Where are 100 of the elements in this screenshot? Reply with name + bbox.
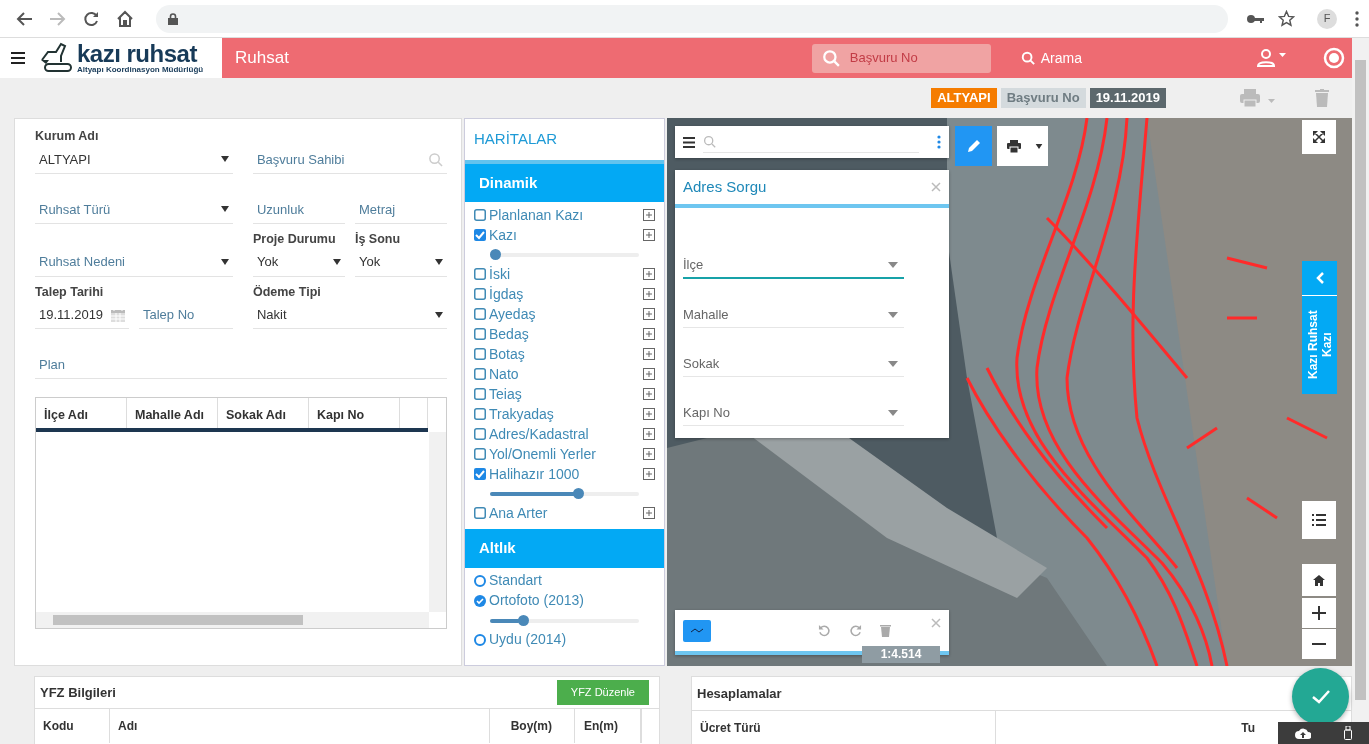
draw-line-button[interactable] xyxy=(683,619,711,642)
layer-label[interactable]: Teiaş xyxy=(489,383,522,405)
text-field[interactable]: Uzunluk xyxy=(252,195,345,224)
checkbox[interactable] xyxy=(474,328,486,340)
vertical-scrollbar[interactable] xyxy=(429,432,446,613)
scrollbar-thumb[interactable] xyxy=(1355,60,1366,700)
select-field[interactable]: ALTYAPI xyxy=(35,145,233,174)
search-link[interactable]: Arama xyxy=(1020,47,1082,69)
trash-icon[interactable] xyxy=(880,624,891,637)
select-field[interactable]: Nakit xyxy=(252,301,447,330)
profile-avatar[interactable]: F xyxy=(1317,8,1337,29)
expand-icon[interactable] xyxy=(643,468,655,480)
date-field[interactable]: 19.11.2019 xyxy=(35,301,129,330)
checkbox[interactable] xyxy=(474,388,486,400)
checkbox[interactable] xyxy=(474,308,486,320)
opacity-slider[interactable] xyxy=(490,249,639,260)
expand-icon[interactable] xyxy=(643,408,655,420)
forward-arrow-icon[interactable] xyxy=(48,9,66,28)
undo-icon[interactable] xyxy=(818,624,831,637)
checkbox[interactable] xyxy=(474,209,486,221)
layer-label[interactable]: Halihazır 1000 xyxy=(489,463,580,485)
more-icon[interactable] xyxy=(937,135,941,149)
close-icon[interactable] xyxy=(931,182,941,192)
home-button[interactable] xyxy=(1302,564,1336,596)
select-field[interactable]: Kapı No xyxy=(683,392,904,426)
checkbox[interactable] xyxy=(474,448,486,460)
text-field[interactable]: Metraj xyxy=(354,195,447,224)
select-field[interactable]: Ruhsat Nedeni xyxy=(35,248,233,277)
layer-label[interactable]: Yol/Onemli Yerler xyxy=(489,443,596,465)
layer-label[interactable]: Adres/Kadastral xyxy=(489,423,589,445)
redo-icon[interactable] xyxy=(849,624,862,637)
select-field[interactable]: Sokak xyxy=(683,343,904,377)
zoom-out-button[interactable] xyxy=(1302,629,1336,659)
expand-icon[interactable] xyxy=(643,388,655,400)
search-field[interactable]: Başvuru Sahibi xyxy=(252,145,447,174)
checkbox[interactable] xyxy=(474,408,486,420)
checkbox[interactable] xyxy=(474,507,486,519)
zoom-in-button[interactable] xyxy=(1302,598,1336,628)
layer-label[interactable]: İgdaş xyxy=(489,283,524,305)
section-header[interactable]: Dinamik xyxy=(465,163,664,202)
layer-label[interactable]: Uydu (2014) xyxy=(489,629,567,650)
radio-icon[interactable] xyxy=(474,633,486,646)
expand-icon[interactable] xyxy=(643,448,655,460)
print-button[interactable] xyxy=(997,126,1048,166)
checkbox-checked[interactable] xyxy=(474,229,486,241)
layer-label[interactable]: Ayedaş xyxy=(489,303,536,325)
expand-icon[interactable] xyxy=(643,229,655,241)
user-icon[interactable] xyxy=(1257,49,1287,67)
checkbox[interactable] xyxy=(474,428,486,440)
opacity-slider[interactable] xyxy=(490,488,639,499)
expand-icon[interactable] xyxy=(643,268,655,280)
expand-icon[interactable] xyxy=(643,308,655,320)
text-field[interactable]: Plan xyxy=(35,351,447,380)
more-icon[interactable] xyxy=(1355,10,1359,27)
layer-list-button[interactable] xyxy=(1302,501,1336,539)
scrollbar-thumb[interactable] xyxy=(53,615,303,626)
layer-label[interactable]: Standart xyxy=(489,570,542,591)
layer-label[interactable]: Botaş xyxy=(489,343,525,365)
fullscreen-button[interactable] xyxy=(1302,120,1336,154)
select-field[interactable]: İlçe xyxy=(683,245,904,279)
slider-thumb[interactable] xyxy=(490,249,501,260)
application-search-field[interactable]: Başvuru No xyxy=(811,43,991,73)
search-input[interactable]: Başvuru No xyxy=(847,47,978,69)
slider-thumb[interactable] xyxy=(572,488,584,499)
select-field[interactable]: Ruhsat Türü xyxy=(35,195,233,224)
select-field[interactable]: Yok xyxy=(354,248,447,277)
menu-icon[interactable] xyxy=(11,52,25,64)
home-icon[interactable] xyxy=(116,9,134,28)
layer-label[interactable]: İski xyxy=(489,263,510,285)
select-field[interactable]: Yok xyxy=(252,248,345,277)
usb-drive-icon[interactable] xyxy=(1344,726,1353,740)
expand-icon[interactable] xyxy=(643,328,655,340)
layer-label[interactable]: Ortofoto (2013) xyxy=(489,590,584,611)
key-icon[interactable] xyxy=(1246,12,1264,25)
layer-label[interactable]: Trakyadaş xyxy=(489,403,554,425)
checkbox[interactable] xyxy=(474,348,486,360)
slider-thumb[interactable] xyxy=(517,614,529,626)
menu-icon[interactable] xyxy=(683,136,695,148)
edit-button[interactable] xyxy=(955,126,992,166)
edit-yfz-button[interactable]: YFZ Düzenle xyxy=(556,680,649,705)
select-field[interactable]: Mahalle xyxy=(683,294,904,328)
layer-label[interactable]: Planlanan Kazı xyxy=(489,204,584,226)
horizontal-scrollbar[interactable] xyxy=(36,612,429,629)
radio-selected-icon[interactable] xyxy=(474,594,486,607)
expand-icon[interactable] xyxy=(643,348,655,360)
radio-icon[interactable] xyxy=(474,574,486,587)
layer-label[interactable]: Nato xyxy=(489,363,519,385)
checkbox[interactable] xyxy=(474,268,486,280)
close-icon[interactable] xyxy=(931,618,941,628)
opacity-slider[interactable] xyxy=(490,614,639,626)
expand-icon[interactable] xyxy=(643,288,655,300)
back-arrow-icon[interactable] xyxy=(16,9,34,28)
star-icon[interactable] xyxy=(1278,10,1295,27)
expand-icon[interactable] xyxy=(643,209,655,221)
expand-icon[interactable] xyxy=(643,428,655,440)
checkbox[interactable] xyxy=(474,288,486,300)
reload-icon[interactable] xyxy=(82,9,100,28)
expand-icon[interactable] xyxy=(643,368,655,380)
cloud-upload-icon[interactable] xyxy=(1294,727,1311,739)
checkbox[interactable] xyxy=(474,368,486,380)
